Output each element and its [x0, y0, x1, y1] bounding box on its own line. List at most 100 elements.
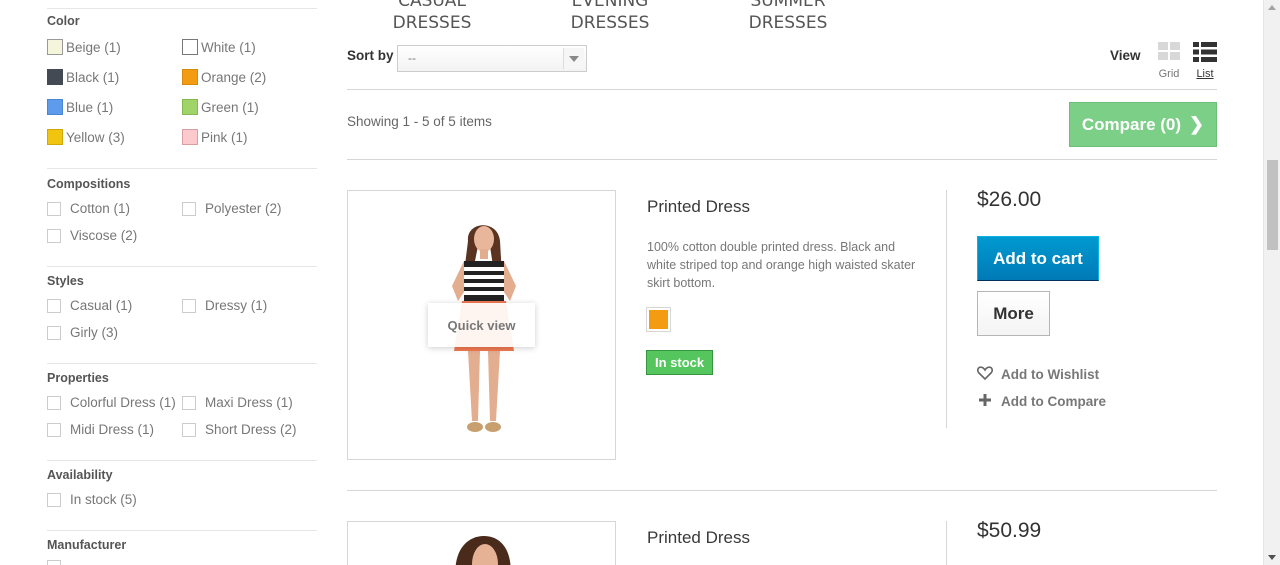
quick-view-button[interactable]: Quick view: [428, 303, 535, 347]
plus-icon: [977, 394, 993, 409]
filter-option-cotton[interactable]: Cotton (1): [47, 201, 130, 216]
blue-swatch: [47, 99, 63, 115]
page-scrollbar[interactable]: [1263, 0, 1280, 565]
checkbox[interactable]: [47, 492, 61, 507]
category-line: SUMMER: [750, 0, 826, 11]
scroll-up-icon[interactable]: [1268, 5, 1276, 10]
green-swatch: [182, 99, 198, 115]
chevron-down-icon[interactable]: [563, 48, 584, 69]
checkbox[interactable]: [47, 298, 61, 313]
list-label: List: [1196, 68, 1214, 80]
grid-view-button[interactable]: Grid: [1157, 41, 1181, 80]
color-filter-blue[interactable]: Blue (1): [47, 99, 113, 115]
filter-option-label: Viscose (2): [70, 228, 138, 243]
filter-option-label: Dressy (1): [205, 298, 268, 313]
checkbox[interactable]: [47, 228, 61, 243]
filter-option-dressy[interactable]: Dressy (1): [182, 298, 267, 313]
color-swatch-orange[interactable]: [646, 307, 671, 332]
filter-option-label: Midi Dress (1): [70, 422, 155, 437]
color-filter-orange[interactable]: Orange (2): [182, 69, 266, 85]
checkbox[interactable]: [47, 325, 61, 340]
filter-option-midi-dress[interactable]: Midi Dress (1): [47, 422, 154, 437]
beige-swatch: [47, 39, 63, 55]
color-filter-beige[interactable]: Beige (1): [47, 39, 121, 55]
checkbox[interactable]: [182, 298, 196, 313]
filter-option-viscose[interactable]: Viscose (2): [47, 228, 137, 243]
compare-button-label: Compare (0): [1081, 114, 1182, 134]
product-name[interactable]: Printed Dress: [647, 528, 750, 548]
filter-option-manufacturer[interactable]: [47, 560, 70, 565]
category-line: EVENING: [571, 0, 649, 11]
list-view-button[interactable]: List: [1192, 41, 1218, 80]
divider: [47, 168, 317, 169]
filter-option-label: Short Dress (2): [205, 422, 297, 437]
color-filter-label: Pink (1): [201, 129, 248, 145]
filter-option-label: Casual (1): [70, 298, 133, 313]
more-button[interactable]: More: [977, 291, 1050, 336]
color-filter-pink[interactable]: Pink (1): [182, 129, 248, 145]
filter-option-polyester[interactable]: Polyester (2): [182, 201, 282, 216]
checkbox[interactable]: [182, 395, 196, 410]
filter-option-label: Colorful Dress (1): [70, 395, 176, 410]
filter-title-properties: Properties: [47, 371, 109, 385]
white-swatch: [182, 39, 198, 55]
checkbox[interactable]: [47, 201, 61, 216]
checkbox[interactable]: [182, 422, 196, 437]
category-casual-dresses[interactable]: CASUAL DRESSES: [382, 0, 482, 34]
filter-option-colorful-dress[interactable]: Colorful Dress (1): [47, 395, 176, 410]
wishlist-label: Add to Wishlist: [1001, 367, 1100, 382]
filter-title-availability: Availability: [47, 468, 113, 482]
filter-option-label: Cotton (1): [70, 201, 131, 216]
divider: [946, 521, 947, 565]
grid-label: Grid: [1158, 68, 1180, 80]
filter-option-in-stock[interactable]: In stock (5): [47, 492, 137, 507]
add-to-cart-button[interactable]: Add to cart: [977, 236, 1099, 281]
scrollbar-thumb[interactable]: [1267, 160, 1278, 250]
color-filter-label: Yellow (3): [66, 129, 125, 145]
category-summer-dresses[interactable]: SUMMER DRESSES: [735, 0, 841, 34]
sort-select[interactable]: --: [397, 45, 587, 72]
category-evening-dresses[interactable]: EVENING DRESSES: [555, 0, 665, 34]
checkbox[interactable]: [47, 422, 61, 437]
black-swatch: [47, 69, 63, 85]
swatch-fill: [649, 310, 668, 329]
product-price: $50.99: [977, 519, 1042, 542]
category-line: CASUAL: [398, 0, 466, 11]
category-line: DRESSES: [570, 13, 650, 33]
divider: [47, 530, 317, 531]
color-filter-black[interactable]: Black (1): [47, 69, 119, 85]
filter-option-casual[interactable]: Casual (1): [47, 298, 132, 313]
checkbox[interactable]: [182, 201, 196, 216]
color-filter-green[interactable]: Green (1): [182, 99, 259, 115]
divider: [47, 460, 317, 461]
divider: [47, 8, 317, 9]
add-to-wishlist-link[interactable]: Add to Wishlist: [977, 366, 1099, 383]
filter-option-maxi-dress[interactable]: Maxi Dress (1): [182, 395, 293, 410]
filter-option-label: Polyester (2): [205, 201, 282, 216]
scroll-down-icon[interactable]: [1268, 555, 1276, 560]
chevron-right-icon: ❯: [1189, 114, 1205, 134]
divider: [347, 490, 1217, 491]
color-filter-yellow[interactable]: Yellow (3): [47, 129, 125, 145]
yellow-swatch: [47, 129, 63, 145]
product-image[interactable]: [347, 521, 616, 565]
filter-title-color: Color: [47, 14, 80, 28]
filter-option-label: Girly (3): [70, 325, 118, 340]
filter-title-compositions: Compositions: [47, 177, 131, 191]
color-filter-label: Orange (2): [201, 69, 267, 85]
orange-swatch: [182, 69, 198, 85]
color-filter-label: Black (1): [66, 69, 120, 85]
divider: [47, 363, 317, 364]
filter-option-short-dress[interactable]: Short Dress (2): [182, 422, 297, 437]
checkbox[interactable]: [47, 395, 61, 410]
sort-value: --: [408, 51, 416, 65]
color-filter-white[interactable]: White (1): [182, 39, 256, 55]
compare-button[interactable]: Compare (0) ❯: [1069, 102, 1217, 147]
sort-label: Sort by: [347, 48, 394, 63]
color-filter-label: Blue (1): [66, 99, 114, 115]
add-to-compare-link[interactable]: Add to Compare: [977, 394, 1106, 409]
checkbox[interactable]: [47, 560, 61, 565]
filter-title-styles: Styles: [47, 274, 84, 288]
filter-option-girly[interactable]: Girly (3): [47, 325, 118, 340]
product-name[interactable]: Printed Dress: [647, 197, 750, 217]
